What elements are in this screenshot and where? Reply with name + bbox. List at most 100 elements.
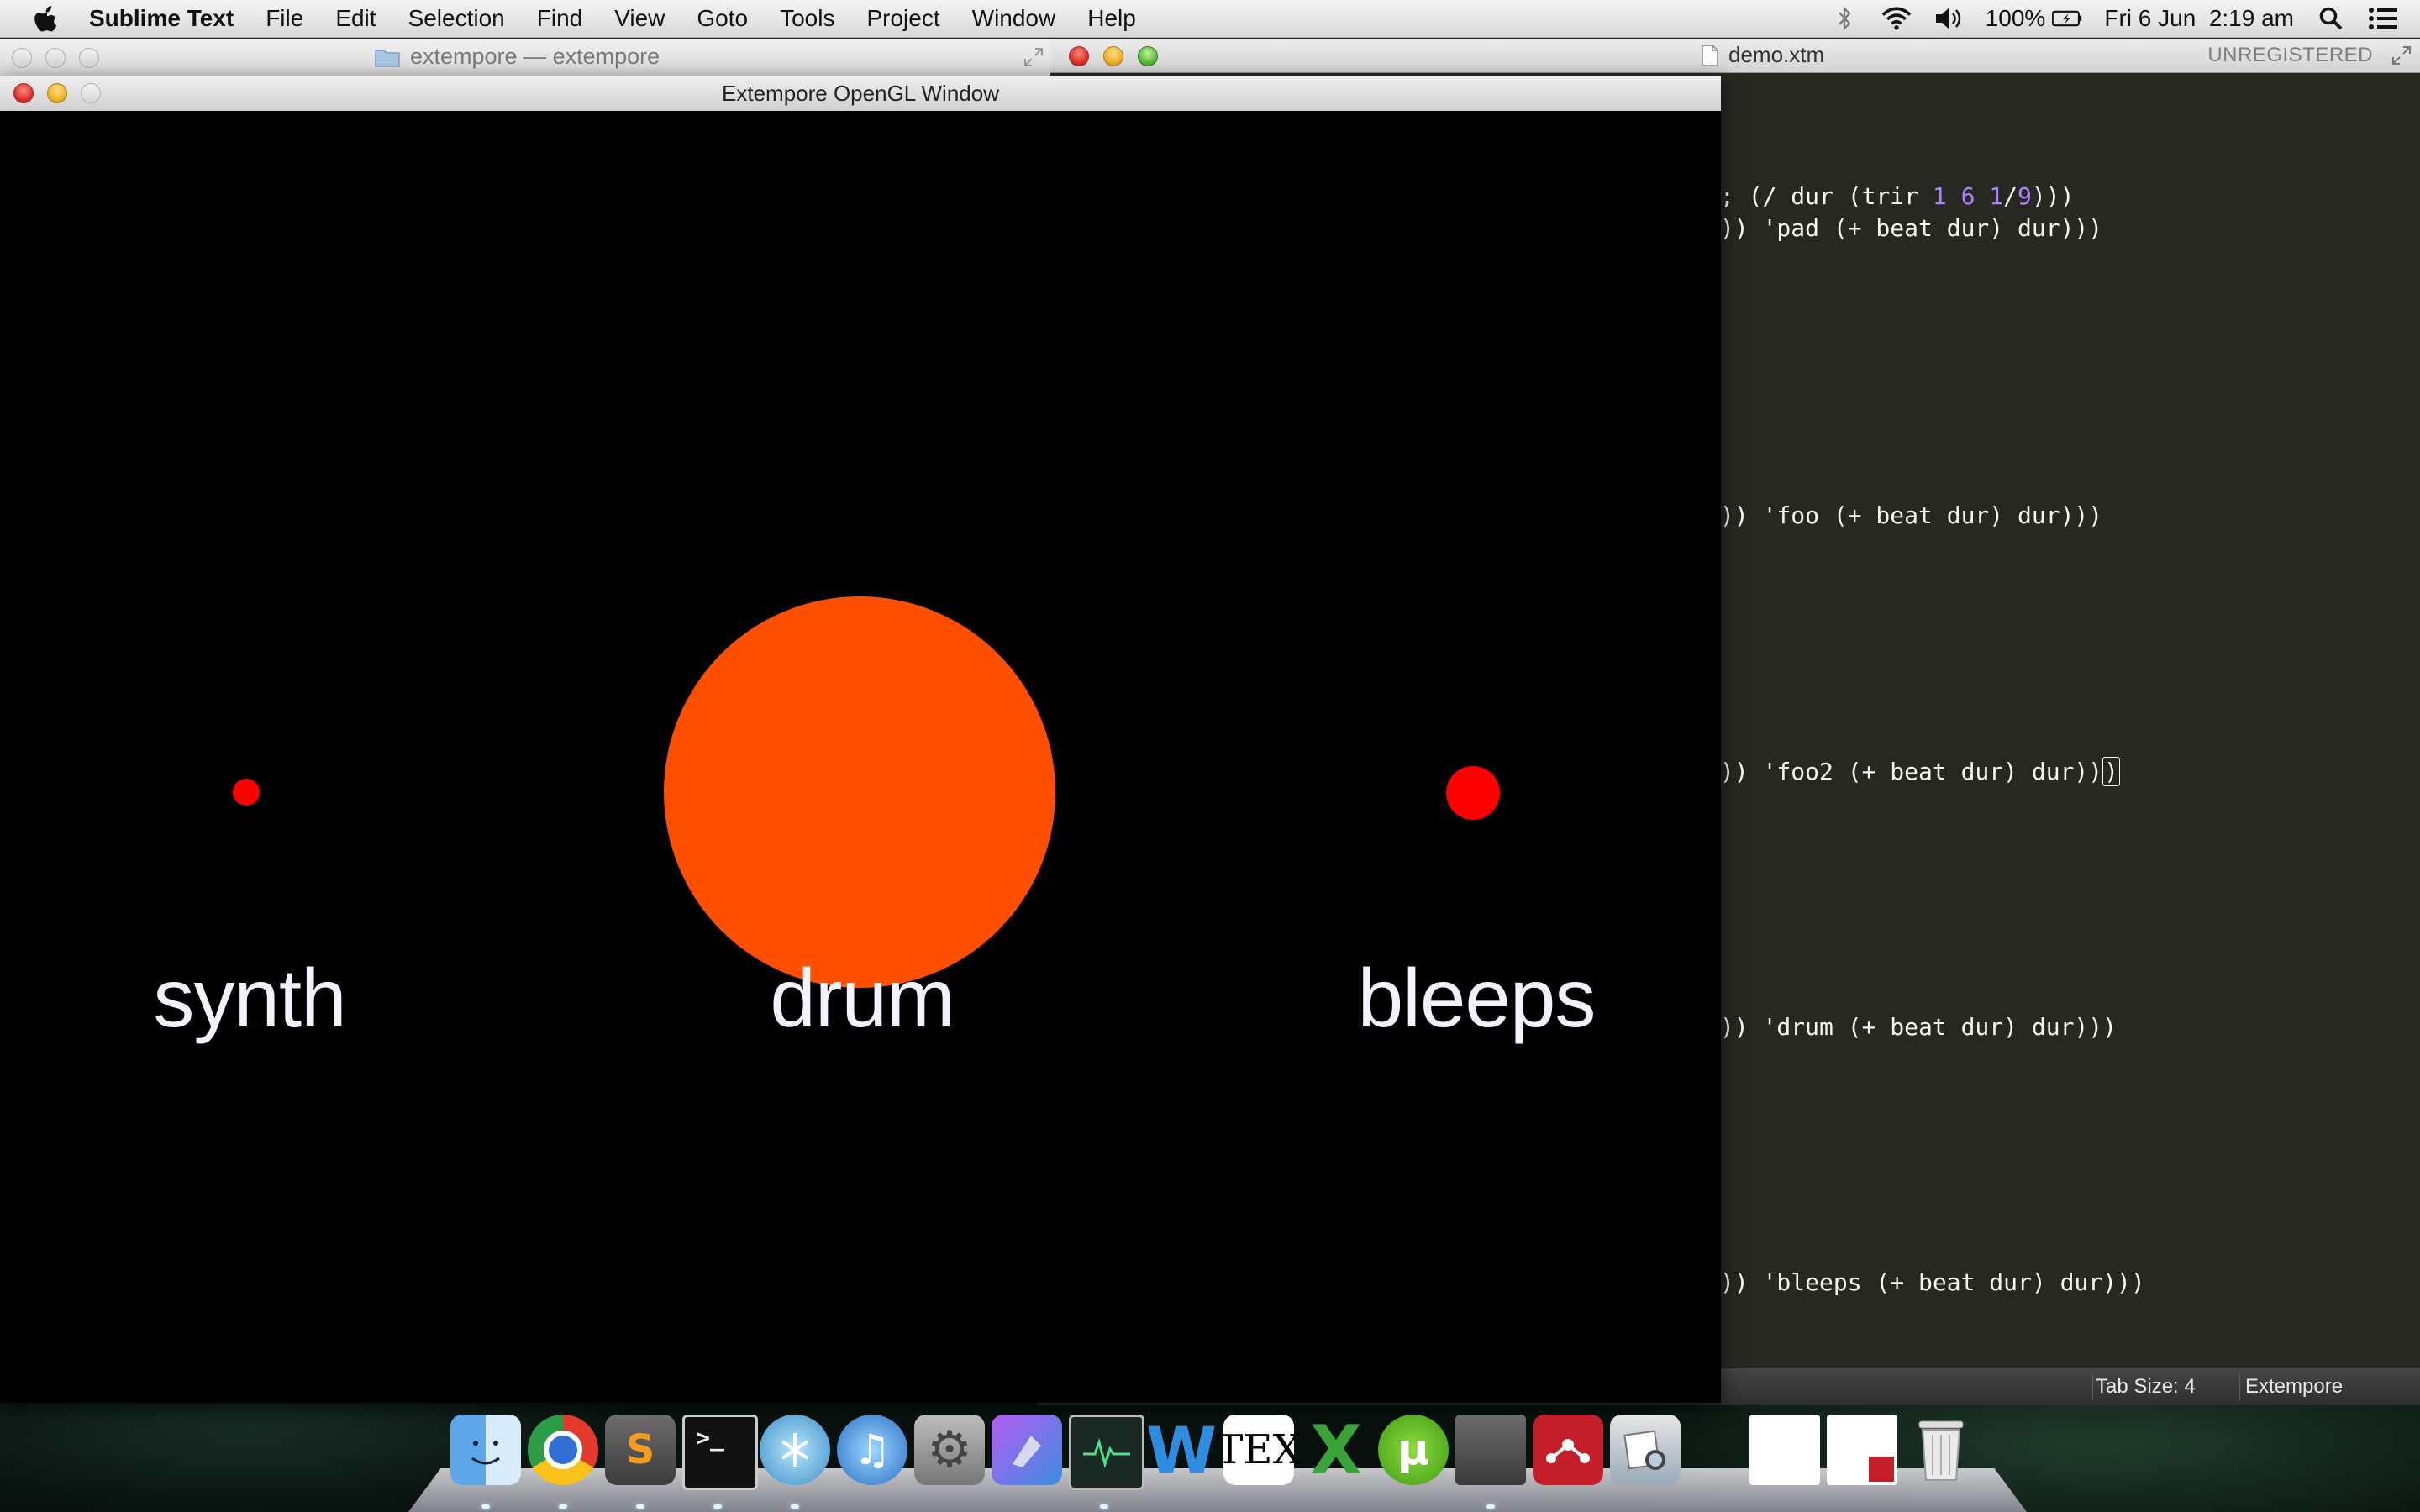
menu-edit[interactable]: Edit [335,5,376,32]
app-name-menu[interactable]: Sublime Text [89,5,234,32]
menu-file[interactable]: File [266,5,303,32]
opengl-window-title: Extempore OpenGL Window [722,81,999,106]
close-window-icon[interactable] [1069,46,1089,66]
document-stack-icon[interactable] [1827,1415,1897,1485]
running-indicator [1486,1504,1495,1509]
synth-label: synth [153,952,346,1044]
code-text: )) 'foo2 (+ beat dur) dur)) [1720,758,2103,785]
menu-bar: Sublime Text File Edit Selection Find Vi… [0,0,2420,38]
notification-center-icon[interactable] [2368,3,2398,34]
menu-window[interactable]: Window [972,5,1056,32]
menu-view[interactable]: View [614,5,665,32]
code-number: 1 [1989,182,2004,210]
mendeley-dock-icon[interactable] [1533,1415,1603,1485]
terminal-prompt-icon: >_ [696,1424,724,1452]
itunes-dock-icon[interactable]: ♫ [837,1415,908,1485]
menu-goto[interactable]: Goto [697,5,748,32]
zoom-window-icon[interactable] [1138,46,1158,66]
clock[interactable]: Fri 6 Jun 2:19 am [2104,5,2294,32]
fullscreen-icon[interactable] [2391,45,2412,66]
instruments-dock-icon[interactable] [992,1415,1062,1485]
gear-icon: ⚙ [927,1420,972,1479]
drum-label: drum [770,952,955,1044]
running-indicator [481,1504,490,1509]
matched-bracket: ) [2102,757,2121,786]
tex-glyph-icon: TEX [1216,1426,1302,1473]
dock: S >_ ♫ ⚙ W TEX X µ [408,1411,2027,1512]
running-indicator [791,1504,799,1509]
terminal-dock-icon[interactable]: >_ [682,1415,758,1490]
opengl-titlebar[interactable]: Extempore OpenGL Window [0,76,1721,112]
folder-icon [375,49,400,67]
running-indicator [1100,1504,1108,1509]
wifi-icon[interactable] [1881,3,1912,34]
finder-dock-icon[interactable] [450,1415,521,1485]
battery-icon[interactable] [2052,3,2082,34]
utorrent-glyph-icon: µ [1397,1425,1430,1475]
close-window-icon[interactable] [12,48,32,68]
running-indicator [559,1504,567,1509]
preview-dock-icon[interactable] [1610,1415,1681,1485]
music-note-icon: ♫ [853,1425,892,1474]
finder-window[interactable]: extempore — extempore [0,39,1050,76]
extempore-dock-icon[interactable] [760,1415,830,1485]
document-stack-icon[interactable] [1749,1415,1820,1485]
running-indicator [636,1504,644,1509]
menu-find[interactable]: Find [537,5,582,32]
code-line: )) 'pad (+ beat dur) dur))) [1720,214,2103,242]
activity-monitor-dock-icon[interactable] [1069,1415,1144,1490]
word-dock-icon[interactable]: W [1146,1412,1217,1488]
minimize-window-icon[interactable] [45,48,66,68]
fullscreen-icon[interactable] [1023,47,1044,67]
system-preferences-dock-icon[interactable]: ⚙ [914,1415,985,1485]
chrome-dock-icon[interactable] [528,1415,598,1485]
menu-selection[interactable]: Selection [408,5,505,32]
license-label: UNREGISTERED [2207,44,2373,66]
code-line: )) 'drum (+ beat dur) dur))) [1720,1013,2118,1041]
chrome-center-icon [544,1431,582,1469]
syntax-button[interactable]: Extempore [2245,1368,2343,1405]
bleeps-circle [1446,766,1500,820]
texshop-dock-icon[interactable]: TEX [1216,1415,1302,1485]
finder-title-text: extempore — extempore [410,44,660,69]
excel-glyph-icon: X [1310,1410,1362,1489]
status-divider [2092,1373,2093,1400]
sublime-dock-icon[interactable]: S [605,1415,676,1485]
minimize-window-icon[interactable] [1103,46,1123,66]
excel-dock-icon[interactable]: X [1301,1411,1371,1489]
running-indicator [713,1504,722,1509]
opengl-window: Extempore OpenGL Window synth drum bleep… [0,76,1721,1403]
opengl-canvas[interactable]: synth drum bleeps [0,111,1721,1403]
code-text: ; (/ dur (trir [1720,182,1933,210]
code-text: / [2003,182,2018,210]
menu-project[interactable]: Project [866,5,939,32]
document-title: demo.xtm [1702,42,1824,68]
utorrent-dock-icon[interactable]: µ [1378,1415,1449,1485]
code-text: ))) [2031,182,2075,210]
synth-circle [233,779,260,806]
code-number: 9 [2018,182,2032,210]
word-glyph-icon: W [1146,1412,1217,1488]
tab-size-button[interactable]: Tab Size: 4 [2096,1368,2196,1405]
code-line: )) 'foo2 (+ beat dur) dur))) [1720,757,2121,786]
file-name: demo.xtm [1728,42,1825,67]
menu-tools[interactable]: Tools [780,5,834,32]
menu-help[interactable]: Help [1087,5,1136,32]
bluetooth-icon[interactable] [1829,3,1860,34]
code-line: ; (/ dur (trir 1 6 1/9))) [1720,182,2074,210]
window-dock-icon[interactable] [1455,1415,1526,1485]
bleeps-label: bleeps [1357,952,1597,1044]
spotlight-icon[interactable] [2316,3,2346,34]
volume-icon[interactable] [1933,3,1964,34]
finder-title: extempore — extempore [375,44,660,70]
sublime-titlebar[interactable]: demo.xtm UNREGISTERED [1038,39,2420,73]
sublime-glyph-icon: S [625,1426,655,1473]
code-number: 6 [1960,182,1975,210]
code-number: 1 [1932,182,1947,210]
trash-dock-icon[interactable] [1906,1415,1976,1485]
zoom-window-icon[interactable] [79,48,99,68]
battery-percent: 100% [1985,5,2046,31]
apple-menu-icon[interactable] [30,2,64,35]
status-divider [2239,1373,2240,1400]
document-icon [1702,44,1718,66]
